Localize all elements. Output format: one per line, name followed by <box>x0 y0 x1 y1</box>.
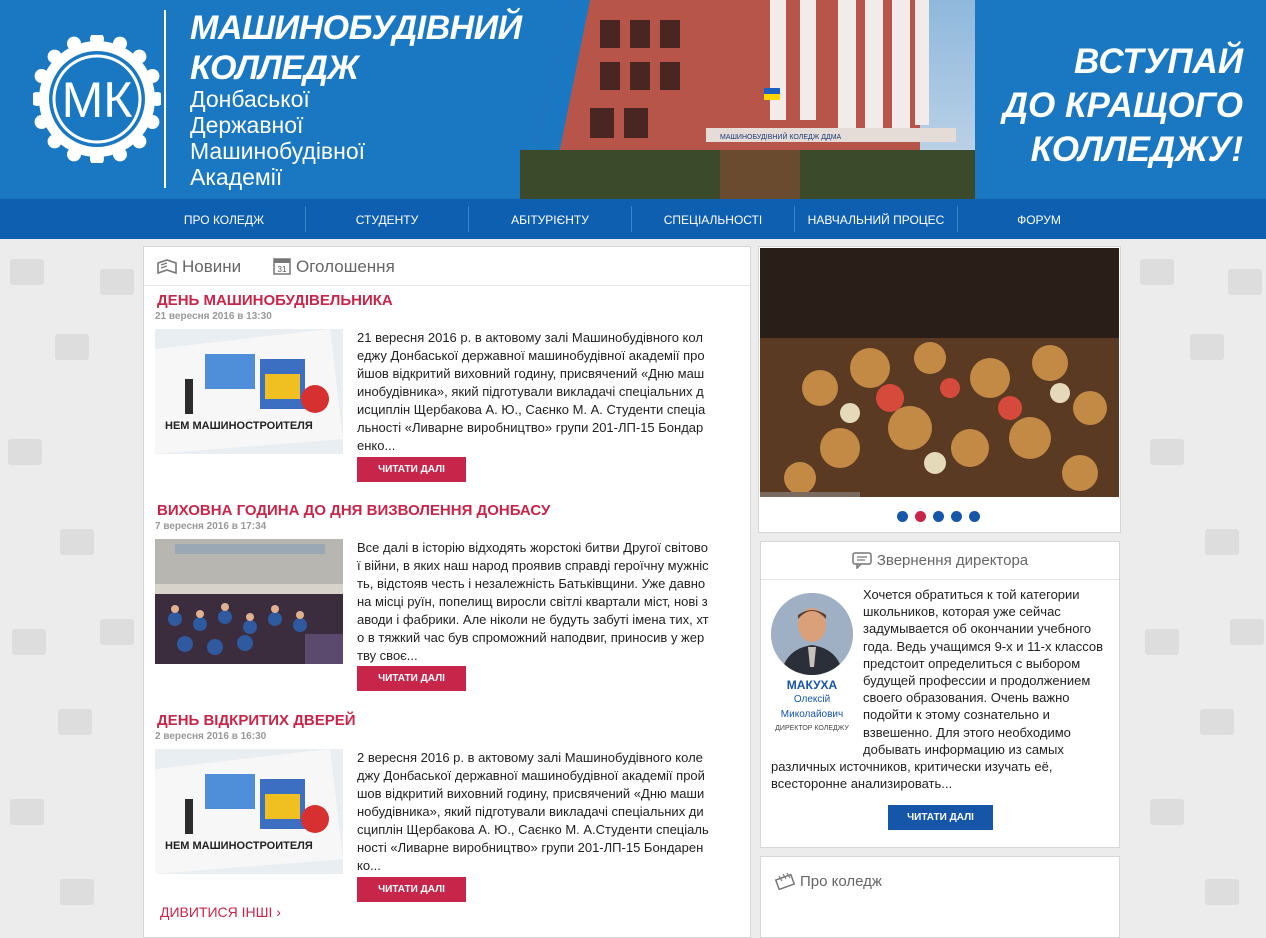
image-slider <box>758 246 1121 533</box>
director-header: Звернення директора <box>761 542 1119 580</box>
banner-text: НЕМ МАШИНОСТРОИТЕЛЯ <box>165 420 313 432</box>
nav-item-forum[interactable]: ФОРУМ <box>958 199 1120 239</box>
tab-announcements[interactable]: 31 Оголошення <box>272 255 395 279</box>
calendar-day: 31 <box>278 265 287 274</box>
slider-dot[interactable] <box>897 511 908 522</box>
subtitle-line-4: Академії <box>190 164 283 190</box>
tab-announcements-label: Оголошення <box>296 257 395 276</box>
nav-item-study-process[interactable]: НАВЧАЛЬНИЙ ПРОЦЕС <box>795 199 957 239</box>
article-image[interactable]: НЕМ МАШИНОСТРОИТЕЛЯ <box>155 749 343 874</box>
article-text: 2 вересня 2016 р. в актовому залі Машино… <box>357 750 709 873</box>
building-sign: МАШИНОБУДІВНИЙ КОЛЕДЖ ДДМА <box>720 132 842 141</box>
chevron-right-icon: › <box>276 904 281 920</box>
nav-item-specialties[interactable]: СПЕЦІАЛЬНОСТІ <box>632 199 794 239</box>
banner-text: НЕМ МАШИНОСТРОИТЕЛЯ <box>165 840 313 852</box>
director-text-block: Хочется обратиться к той категории школь… <box>771 586 1111 792</box>
building-photo: МАШИНОБУДІВНИЙ КОЛЕДЖ ДДМА <box>520 0 975 199</box>
slider-dot[interactable] <box>969 511 980 522</box>
header-divider <box>164 10 166 188</box>
tab-news-label: Новини <box>182 257 242 276</box>
article-title[interactable]: ДЕНЬ МАШИНОБУДІВЕЛЬНИКА <box>157 292 393 309</box>
view-more-label: ДИВИТИСЯ ІНШІ <box>160 904 273 920</box>
tab-news[interactable]: Новини <box>156 255 241 279</box>
about-header[interactable]: Про коледж <box>774 872 882 891</box>
nav-item-about[interactable]: ПРО КОЛЕДЖ <box>143 199 305 239</box>
slider-dot[interactable] <box>951 511 962 522</box>
article-date: 21 вересня 2016 в 13:30 <box>155 311 272 322</box>
title-line-1: МАШИНОБУДІВНИЙ <box>190 9 522 47</box>
college-logo[interactable]: МК <box>30 32 164 166</box>
director-address: Звернення директора МАКУХА Олексій Микол… <box>760 541 1120 848</box>
read-more-button[interactable]: ЧИТАТИ ДАЛІ <box>357 457 466 482</box>
about-panel: Про коледж <box>760 856 1120 938</box>
view-more-link[interactable]: ДИВИТИСЯ ІНШІ › <box>160 904 281 920</box>
slide-image[interactable] <box>760 248 1119 497</box>
news-panel: Новини 31 Оголошення ДЕНЬ МАШИНОБУДІВЕЛЬН… <box>143 246 751 938</box>
logo-text: МК <box>62 72 133 128</box>
title-line-2: КОЛЛЕДЖ <box>190 49 359 87</box>
college-subtitle: Донбаської Державної Машинобудівної Акад… <box>190 86 365 190</box>
calendar-icon: 31 <box>273 258 291 275</box>
article-date: 2 вересня 2016 в 16:30 <box>155 731 267 742</box>
slogan-line-1: ВСТУПАЙ <box>1073 42 1243 81</box>
article-image[interactable]: НЕМ МАШИНОСТРОИТЕЛЯ <box>155 329 343 454</box>
speech-bubble-icon <box>852 552 872 570</box>
subtitle-line-1: Донбаської <box>190 86 310 112</box>
article-title[interactable]: ДЕНЬ ВІДКРИТИХ ДВЕРЕЙ <box>157 712 356 729</box>
college-title: МАШИНОБУДІВНИЙ КОЛЛЕДЖ <box>190 8 522 88</box>
nav-item-student[interactable]: СТУДЕНТУ <box>306 199 468 239</box>
article-text: 21 вересня 2016 р. в актовому залі Машин… <box>357 330 706 453</box>
article-title[interactable]: ВИХОВНА ГОДИНА ДО ДНЯ ВИЗВОЛЕННЯ ДОНБАСУ <box>157 502 550 519</box>
article-date: 7 вересня 2016 в 17:34 <box>155 521 267 532</box>
news-tabs: Новини 31 Оголошення <box>144 247 750 286</box>
film-icon <box>774 872 796 891</box>
director-read-more-button[interactable]: ЧИТАТИ ДАЛІ <box>888 805 993 830</box>
read-more-button[interactable]: ЧИТАТИ ДАЛІ <box>357 877 466 902</box>
slider-dot-active[interactable] <box>915 511 926 522</box>
news-icon <box>157 259 177 275</box>
subtitle-line-3: Машинобудівної <box>190 138 366 164</box>
main-nav: ПРО КОЛЕДЖ СТУДЕНТУ АБІТУРІЄНТУ СПЕЦІАЛЬ… <box>0 199 1266 239</box>
nav-item-applicant[interactable]: АБІТУРІЄНТУ <box>469 199 631 239</box>
subtitle-line-2: Державної <box>190 112 304 138</box>
slider-dot[interactable] <box>933 511 944 522</box>
slogan-line-2: ДО КРАЩОГО <box>1002 86 1243 125</box>
site-header: МК МАШИНОБУДІВНИЙ КОЛЛЕДЖ Донбаської Дер… <box>0 0 1266 199</box>
about-heading: Про коледж <box>800 873 882 890</box>
article-text: Все далі в історію відходять жорстокі би… <box>357 540 709 663</box>
article-image[interactable] <box>155 539 343 664</box>
slogan: ВСТУПАЙ ДО КРАЩОГО КОЛЛЕДЖУ! <box>983 40 1243 172</box>
slider-dots <box>897 509 987 527</box>
read-more-button[interactable]: ЧИТАТИ ДАЛІ <box>357 666 466 691</box>
director-heading: Звернення директора <box>876 552 1029 569</box>
slogan-line-3: КОЛЛЕДЖУ! <box>1030 130 1243 169</box>
